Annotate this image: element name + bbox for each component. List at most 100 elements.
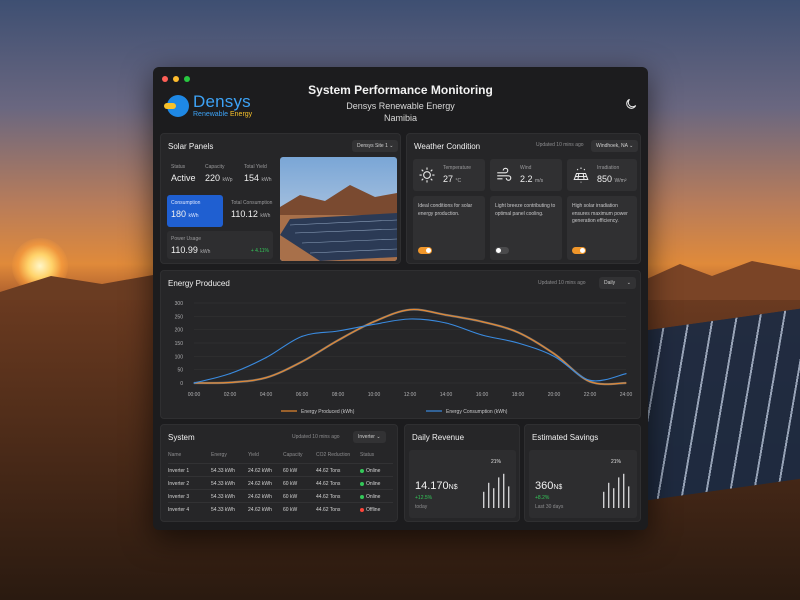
data-point bbox=[373, 323, 375, 325]
window-controls bbox=[162, 76, 190, 82]
spark-bar bbox=[488, 482, 490, 508]
x-tick-label: 06:00 bbox=[296, 392, 309, 398]
daily-revenue-card: Daily Revenue 21% 14.170N$ +12.5% today bbox=[404, 424, 520, 522]
consumption-tile[interactable]: Consumption 180 kWh bbox=[167, 195, 223, 227]
solar-site-photo bbox=[280, 157, 397, 261]
data-point bbox=[193, 382, 195, 384]
x-tick-label: 10:00 bbox=[368, 392, 381, 398]
energy-chart: 0 50 100 150 200 250 300 00:00 02:00 04:00 06:00 08… bbox=[175, 301, 633, 415]
wind-toggle[interactable] bbox=[495, 247, 509, 254]
table-cell: 60 kW bbox=[283, 481, 298, 487]
table-cell: 54.33 kWh bbox=[211, 481, 235, 487]
status-dot bbox=[360, 494, 364, 499]
table-cell: 24.62 kWh bbox=[248, 481, 272, 487]
y-tick-label: 50 bbox=[177, 368, 183, 374]
wind-icon bbox=[497, 167, 512, 181]
solar-panels-title: Solar Panels bbox=[168, 142, 214, 151]
table-cell: 60 kW bbox=[283, 468, 298, 474]
data-point bbox=[409, 318, 411, 320]
data-point bbox=[229, 381, 231, 384]
spark-bar bbox=[618, 477, 620, 508]
weather-updated: Updated 10 mins ago bbox=[536, 142, 584, 148]
energy-updated: Updated 10 mins ago bbox=[538, 280, 586, 286]
spark-bar bbox=[623, 473, 625, 508]
revenue-delta: +12.5% bbox=[415, 495, 433, 501]
x-tick-label: 20:00 bbox=[548, 392, 561, 398]
table-header-cell: Yield bbox=[248, 452, 259, 458]
table-cell: 44.62 Tons bbox=[316, 481, 341, 487]
status-dot bbox=[360, 507, 364, 512]
inverter-select[interactable]: Inverter ⌄ bbox=[353, 431, 386, 443]
revenue-value: 14.170N$ bbox=[415, 480, 458, 492]
power-usage-tile: Power Usage 110.99 kWh + 4.11% bbox=[167, 231, 273, 259]
table-cell: 44.62 Tons bbox=[316, 468, 341, 474]
data-point bbox=[517, 342, 519, 344]
page-title: System Performance Monitoring bbox=[308, 83, 493, 97]
y-tick-label: 0 bbox=[180, 381, 183, 387]
system-card: System Updated 10 mins ago Inverter ⌄ Na… bbox=[160, 424, 398, 522]
table-cell: Online bbox=[360, 494, 380, 500]
x-tick-label: 22:00 bbox=[584, 392, 597, 398]
data-point bbox=[625, 373, 627, 375]
maximize-window-button[interactable] bbox=[184, 76, 190, 82]
data-point bbox=[409, 309, 411, 311]
close-window-button[interactable] bbox=[162, 76, 168, 82]
data-point bbox=[373, 321, 375, 323]
sun-icon bbox=[419, 167, 435, 183]
table-row[interactable]: Inverter 2 54.33 kWh 24.62 kWh 60 kW 44.62 T… bbox=[168, 476, 393, 488]
data-point bbox=[481, 321, 483, 323]
data-point bbox=[265, 377, 267, 379]
savings-inner: 21% 360N$ +8.2% Last 30 days bbox=[529, 450, 637, 518]
irradiation-toggle[interactable] bbox=[572, 247, 586, 254]
moon-icon[interactable] bbox=[624, 97, 638, 111]
x-tick-label: 00:00 bbox=[188, 392, 201, 398]
minimize-window-button[interactable] bbox=[173, 76, 179, 82]
spark-bar bbox=[608, 482, 610, 508]
period-select[interactable]: Daily ⌄ bbox=[599, 277, 636, 289]
total-consumption-stat: Total Consumption 110.12 kWh bbox=[231, 200, 273, 219]
table-row[interactable]: Inverter 4 54.33 kWh 24.62 kWh 60 kW 44.62 T… bbox=[168, 502, 393, 514]
page-header: System Performance Monitoring Densys Ren… bbox=[153, 83, 648, 123]
y-tick-label: 300 bbox=[175, 301, 184, 307]
table-cell: 60 kW bbox=[283, 507, 298, 513]
daily-revenue-title: Daily Revenue bbox=[412, 433, 465, 442]
location-select[interactable]: Windhoek, NA ⌄ bbox=[591, 140, 639, 152]
table-cell: 44.62 Tons bbox=[316, 507, 341, 513]
spark-bar bbox=[613, 488, 615, 508]
wind-box: Wind 2.2 m/s bbox=[490, 159, 562, 191]
table-cell: 24.62 kWh bbox=[248, 494, 272, 500]
data-point bbox=[337, 330, 339, 332]
data-point bbox=[265, 357, 267, 359]
y-tick-label: 250 bbox=[175, 314, 184, 320]
table-cell: 60 kW bbox=[283, 494, 298, 500]
data-point bbox=[445, 322, 447, 324]
x-tick-label: 08:00 bbox=[332, 392, 345, 398]
table-header-cell: Capacity bbox=[283, 452, 303, 458]
total-yield-stat: Total Yield 154 kWh bbox=[244, 164, 272, 183]
table-cell: 54.33 kWh bbox=[211, 468, 235, 474]
savings-period: Last 30 days bbox=[535, 504, 564, 510]
spark-bar bbox=[483, 491, 485, 508]
table-row[interactable]: Inverter 1 54.33 kWh 24.62 kWh 60 kW 44.62 T… bbox=[168, 463, 393, 475]
x-tick-label: 12:00 bbox=[404, 392, 417, 398]
weather-title: Weather Condition bbox=[414, 142, 481, 151]
revenue-period: today bbox=[415, 504, 428, 510]
spark-bar bbox=[498, 477, 500, 508]
data-point bbox=[553, 353, 555, 355]
spark-bar bbox=[493, 488, 495, 508]
table-cell: 24.62 kWh bbox=[248, 468, 272, 474]
table-row[interactable]: Inverter 3 54.33 kWh 24.62 kWh 60 kW 44.62 T… bbox=[168, 489, 393, 501]
savings-badge: 21% bbox=[611, 459, 622, 465]
table-header-cell: CO2 Reduction bbox=[316, 452, 351, 458]
site-select[interactable]: Densys Site 1 ⌄ bbox=[352, 140, 399, 152]
irradiation-box: Irradiation 850 W/m² bbox=[567, 159, 637, 191]
table-header-row: Name Energy Yield Capacity CO2 Reduction Stat… bbox=[168, 448, 393, 460]
series-line-energy-produced bbox=[193, 308, 627, 385]
data-point bbox=[481, 334, 483, 336]
irradiation-note-box: High solar irradiation ensures maximum p… bbox=[567, 196, 637, 260]
y-tick-label: 200 bbox=[175, 328, 184, 334]
temperature-toggle[interactable] bbox=[418, 247, 432, 254]
wind-note-box: Light breeze contributing to optimal pan… bbox=[490, 196, 562, 260]
solar-panels-card: Solar Panels Densys Site 1 ⌄ Status Acti… bbox=[160, 133, 401, 264]
temperature-note-box: Ideal conditions for solar energy produc… bbox=[413, 196, 485, 260]
